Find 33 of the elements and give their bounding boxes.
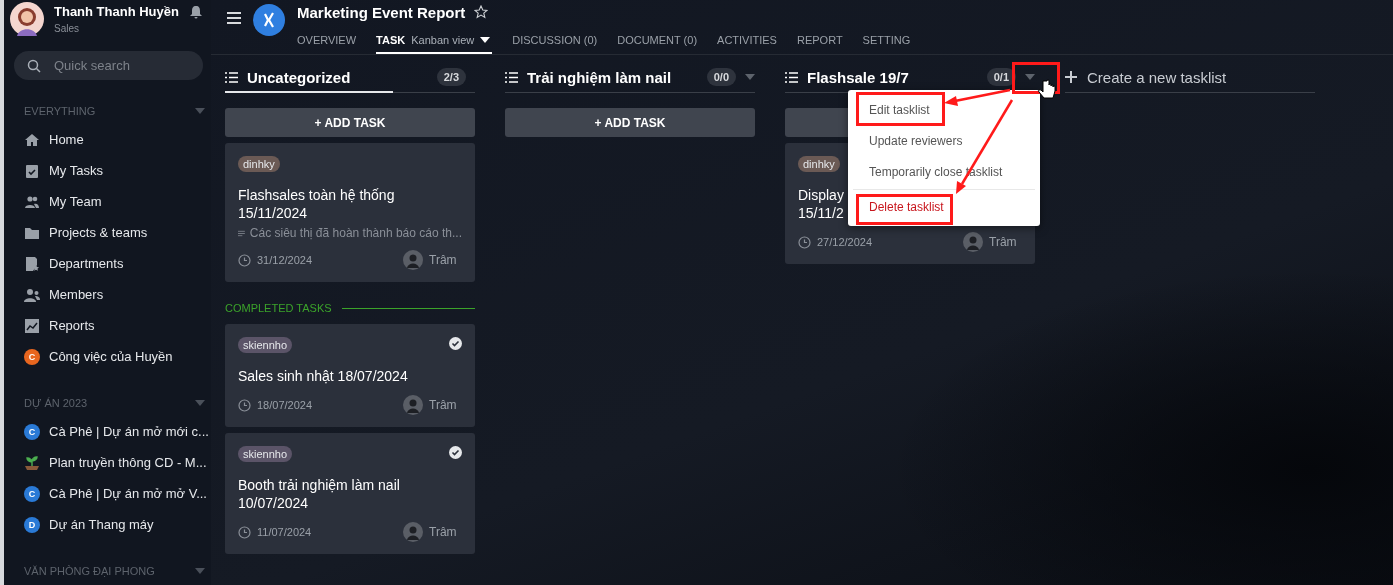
tasklist-title: Uncategorized — [247, 68, 352, 86]
section-title: VĂN PHÒNG ĐẠI PHONG — [24, 565, 155, 577]
completed-label: COMPLETED TASKS — [225, 302, 332, 314]
assignee-name: Trâm — [989, 235, 1017, 249]
section-title: EVERYTHING — [24, 105, 96, 117]
task-title: Flashsales toàn hệ thống 15/11/2024 — [238, 186, 395, 222]
task-title: Sales sinh nhật 18/07/2024 — [238, 367, 408, 385]
project-badge: C — [24, 348, 40, 365]
assignee-name: Trâm — [429, 525, 457, 539]
project-title: Marketing Event Report — [297, 3, 466, 21]
task-tag: skiennho — [238, 446, 293, 462]
task-title: Display 15/11/2 — [798, 186, 844, 222]
due-date: 31/12/2024 — [257, 254, 314, 266]
project-badge: D — [24, 516, 40, 533]
project-badge: C — [24, 485, 40, 502]
user-role: Sales — [54, 23, 80, 34]
task-tag: dinhky — [238, 156, 280, 172]
section-title: DỰ ÁN 2023 — [24, 397, 88, 409]
task-count: 2/3 — [436, 68, 466, 86]
user-name: Thanh Thanh Huyền — [54, 4, 179, 19]
project-badge: C — [24, 423, 40, 440]
assignee-name: Trâm — [429, 253, 457, 267]
tasklist-title: Flashsale 19/7 — [807, 68, 910, 86]
assignee-name: Trâm — [429, 398, 457, 412]
task-tag: skiennho — [238, 337, 293, 353]
due-date: 27/12/2024 — [817, 236, 874, 248]
due-date: 11/07/2024 — [257, 526, 313, 538]
task-description: Các siêu thị đã hoàn thành báo cáo th... — [249, 226, 462, 240]
due-date: 18/07/2024 — [257, 399, 314, 411]
task-title: Booth trải nghiệm làm nail 10/07/2024 — [238, 476, 400, 512]
task-tag: dinhky — [798, 156, 840, 172]
tasklist-title: Trải nghiệm làm nail — [527, 68, 673, 86]
task-count: 0/0 — [706, 68, 736, 86]
